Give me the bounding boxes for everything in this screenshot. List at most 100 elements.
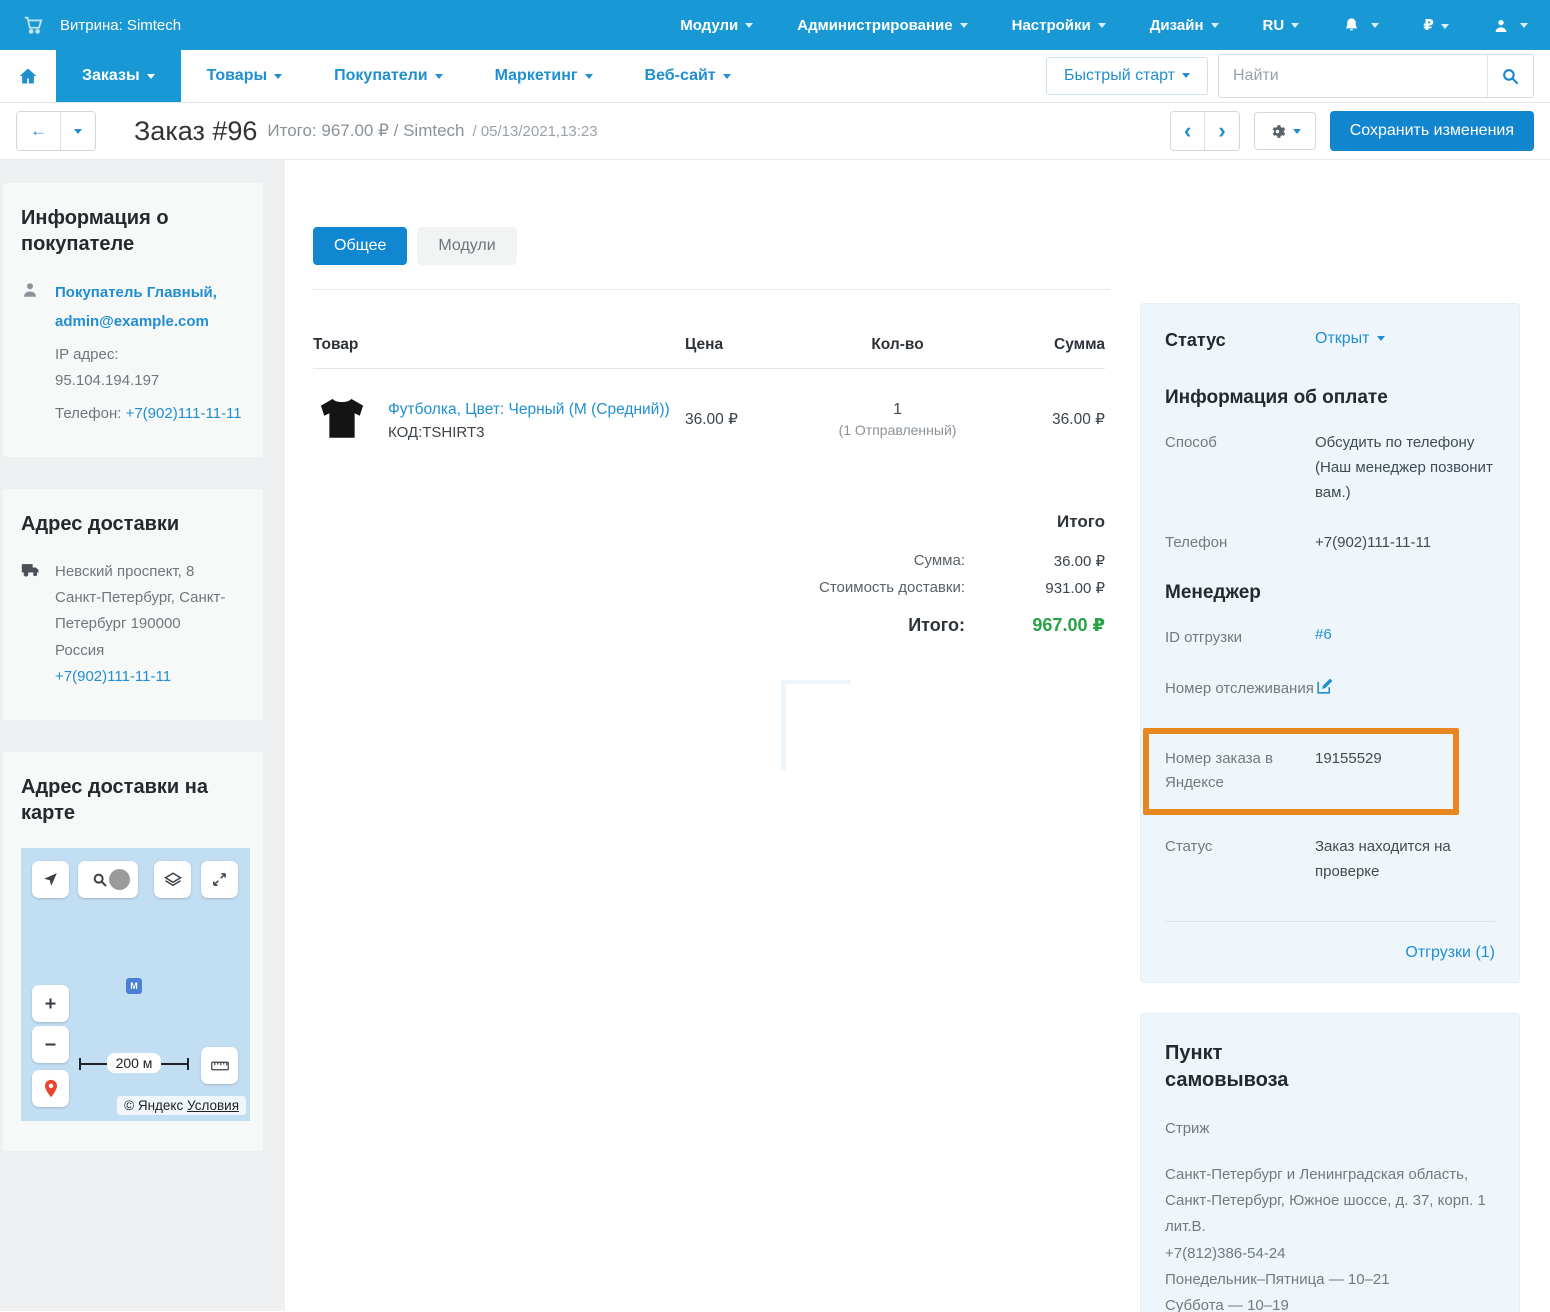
product-thumbnail (313, 391, 370, 448)
map-layers-button[interactable] (154, 861, 191, 898)
status-label: Статус (1165, 330, 1315, 351)
menu-design[interactable]: Дизайн (1150, 17, 1219, 34)
table-header-row: Товар Цена Кол-во Сумма (313, 336, 1105, 369)
tab-addons[interactable]: Модули (417, 227, 516, 265)
payment-info-title: Информация об оплате (1165, 387, 1495, 409)
map-search-button[interactable] (78, 861, 138, 898)
truck-icon (21, 559, 43, 690)
tshirt-image (315, 393, 369, 447)
save-button[interactable]: Сохранить изменения (1330, 111, 1534, 151)
status-panel: Статус Открыт Информация об оплате Спосо… (1140, 303, 1520, 983)
menu-administration[interactable]: Администрирование (797, 17, 967, 34)
yandex-order-highlight: Номер заказа в Яндексе 19155529 (1143, 728, 1459, 816)
expand-icon (212, 872, 227, 887)
currency-menu[interactable]: ₽ (1423, 16, 1448, 34)
map-pin-button[interactable] (32, 1070, 69, 1107)
tracking-number-row: Номер отслеживания (1165, 677, 1495, 702)
nav-products[interactable]: Товары (181, 50, 309, 102)
shipping-phone-link[interactable]: +7(902)111-11-11 (55, 668, 171, 685)
chevron-down-icon (1293, 129, 1301, 134)
home-button[interactable] (0, 50, 56, 102)
payment-phone-row: Телефон +7(902)111-11-11 (1165, 531, 1495, 556)
map-copyright: © Яндекс Условия (117, 1096, 246, 1115)
cart-icon[interactable] (22, 14, 44, 36)
right-sidebar: Статус Открыт Информация об оплате Спосо… (1140, 160, 1550, 1311)
plus-icon (43, 996, 58, 1011)
search-button[interactable] (1487, 55, 1533, 97)
chevron-down-icon (1182, 73, 1190, 78)
menu-language[interactable]: RU (1263, 17, 1300, 34)
back-button[interactable]: ← (17, 112, 60, 150)
pickup-phone: +7(812)386-54-24 (1165, 1245, 1286, 1262)
pickup-hours-weekdays: Понедельник–Пятница — 10–21 (1165, 1271, 1390, 1288)
chevron-down-icon (74, 129, 82, 134)
product-name-link[interactable]: Футболка, Цвет: Черный (М (Средний)) (388, 401, 670, 418)
settings-gear-button[interactable] (1254, 112, 1316, 150)
store-label[interactable]: Витрина: Simtech (60, 17, 181, 34)
notifications-menu[interactable] (1343, 16, 1379, 34)
totals-heading: Итого (765, 512, 1105, 532)
map-poi-icon[interactable]: M (126, 978, 142, 994)
chevron-left-icon: ‹ (1184, 118, 1191, 144)
shipment-id-link[interactable]: #6 (1315, 626, 1332, 643)
order-date: / 05/13/2021,13:23 (473, 123, 598, 140)
totals-row-grand-total: Итого: 967.00 ₽ (765, 615, 1105, 636)
minus-icon (43, 1037, 58, 1052)
status-panel-divider (1165, 921, 1495, 922)
customer-email-link[interactable]: admin@example.com (55, 313, 209, 330)
shipments-link[interactable]: Отгрузки (1) (1405, 944, 1495, 961)
ip-label: IP адрес: (55, 346, 119, 363)
product-code: КОД:TSHIRT3 (388, 424, 670, 441)
nav-customers[interactable]: Покупатели (308, 50, 468, 102)
next-order-button[interactable]: › (1204, 112, 1238, 150)
quick-start-button[interactable]: Быстрый старт (1046, 57, 1208, 95)
ruler-icon (211, 1060, 229, 1072)
nav-orders[interactable]: Заказы (56, 50, 181, 102)
map-terms-link[interactable]: Условия (187, 1098, 239, 1113)
search-input[interactable] (1219, 55, 1487, 97)
tab-general[interactable]: Общее (313, 227, 407, 265)
nav-marketing[interactable]: Маркетинг (469, 50, 619, 102)
customer-name-link[interactable]: Покупатель Главный, (55, 284, 217, 301)
back-arrow-icon: ← (30, 121, 47, 141)
chevron-down-icon (585, 74, 593, 79)
map-panel: Адрес доставки на карте M (3, 752, 263, 1151)
prev-order-button[interactable]: ‹ (1171, 112, 1204, 150)
topbar: Витрина: Simtech Модули Администрировани… (0, 0, 1550, 50)
map-locate-button[interactable] (32, 861, 69, 898)
main-navbar: Заказы Товары Покупатели Маркетинг Веб-с… (0, 50, 1550, 103)
shipment-id-row: ID отгрузки #6 (1165, 626, 1495, 651)
chevron-right-icon: › (1218, 118, 1225, 144)
search-icon (1501, 67, 1520, 86)
back-dropdown-button[interactable] (60, 112, 95, 150)
home-icon (18, 66, 38, 86)
chevron-down-icon (960, 23, 968, 28)
yandex-order-number: 19155529 (1315, 747, 1453, 797)
product-sum: 36.00 ₽ (990, 410, 1105, 429)
search-group (1218, 54, 1534, 98)
yandex-map[interactable]: M 200 м © Яндекс (21, 848, 250, 1121)
customer-phone-link[interactable]: +7(902)111-11-11 (126, 405, 242, 422)
customer-info-panel: Информация о покупателе Покупатель Главн… (3, 183, 263, 457)
chevron-down-icon (274, 74, 282, 79)
account-menu[interactable] (1493, 16, 1528, 33)
bell-icon (1343, 17, 1360, 34)
map-zoom-out-button[interactable] (32, 1026, 69, 1063)
map-ruler-button[interactable] (201, 1047, 238, 1084)
nav-website[interactable]: Веб-сайт (619, 50, 757, 102)
map-zoom-in-button[interactable] (32, 985, 69, 1022)
edit-tracking-button[interactable] (1315, 677, 1334, 694)
order-main: Общее Модули Товар Цена Кол-во Сумма Фут… (285, 160, 1140, 1311)
menu-modules[interactable]: Модули (680, 17, 753, 34)
search-icon (92, 872, 108, 888)
col-sum: Сумма (990, 336, 1105, 354)
pickup-hours-saturday: Суббота — 10–19 (1165, 1297, 1289, 1312)
check-status-row: Статус Заказ находится на проверке (1165, 835, 1495, 885)
status-dropdown[interactable]: Открыт (1315, 330, 1385, 347)
menu-settings[interactable]: Настройки (1012, 17, 1106, 34)
map-fullscreen-button[interactable] (201, 861, 238, 898)
chevron-down-icon (1291, 23, 1299, 28)
ruble-icon: ₽ (1423, 17, 1433, 34)
shipping-address-panel: Адрес доставки Невский проспект, 8 Санкт… (3, 489, 263, 720)
decorative-corner (781, 680, 851, 770)
